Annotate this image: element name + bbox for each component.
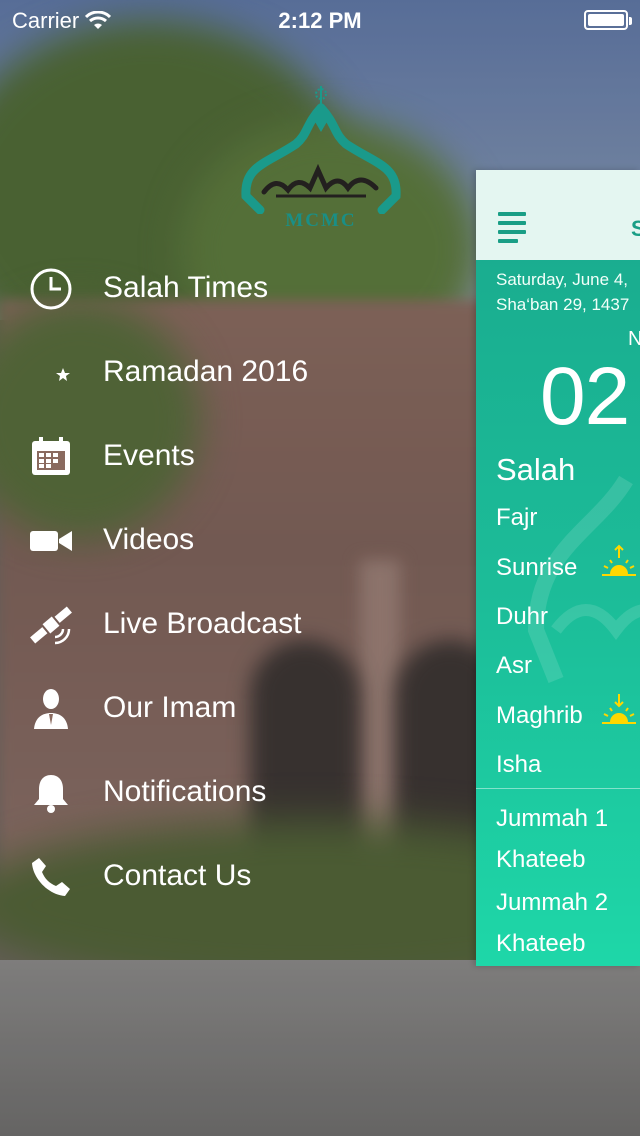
menu-item-label: Notifications [103, 775, 267, 808]
bell-icon [28, 770, 74, 816]
section-divider [476, 788, 640, 789]
sunrise-icon [602, 544, 636, 576]
sunset-icon [602, 694, 636, 724]
clock-icon [28, 266, 74, 312]
jummah-2-label: Jummah 2 [496, 889, 609, 916]
calendar-icon [28, 434, 74, 480]
jummah-1-label: Jummah 1 [496, 805, 609, 832]
countdown-timer: 02 [540, 351, 630, 442]
satellite-icon [28, 602, 74, 648]
prayer-isha: Isha [496, 751, 542, 778]
status-bar: Carrier 2:12 PM [0, 0, 640, 40]
menu-item-contact-us[interactable]: Contact Us [0, 834, 470, 918]
menu-item-salah-times[interactable]: Salah Times [0, 246, 470, 330]
battery-icon [584, 10, 632, 30]
menu-item-label: Our Imam [103, 691, 237, 724]
hamburger-menu-icon[interactable] [498, 212, 526, 248]
menu-item-events[interactable]: Events [0, 414, 470, 498]
menu-item-live-broadcast[interactable]: Live Broadcast [0, 582, 470, 666]
menu-item-our-imam[interactable]: Our Imam [0, 666, 470, 750]
menu-item-label: Videos [103, 523, 195, 556]
salah-header: Salah [496, 452, 576, 487]
side-menu: Salah Times Ramadan 2016 Events Videos L… [0, 246, 470, 918]
prayer-fajr: Fajr [496, 504, 538, 531]
prayer-sunrise: Sunrise [496, 554, 578, 581]
panel-nav-bar: S [476, 170, 640, 260]
prayer-maghrib: Maghrib [496, 702, 583, 729]
menu-item-label: Contact Us [103, 859, 252, 892]
khateeb-2-label: Khateeb [496, 930, 586, 957]
prayer-asr: Asr [496, 652, 532, 679]
salah-times-panel[interactable]: S Saturday, June 4, Sha‘ban 29, 1437 N 0… [476, 170, 640, 966]
menu-item-label: Salah Times [103, 271, 269, 304]
menu-item-label: Events [103, 439, 195, 472]
menu-item-label: Live Broadcast [103, 607, 302, 640]
menu-item-videos[interactable]: Videos [0, 498, 470, 582]
menu-item-ramadan[interactable]: Ramadan 2016 [0, 330, 470, 414]
prayer-duhr: Duhr [496, 603, 549, 630]
status-time: 2:12 PM [278, 8, 362, 33]
crescent-star-icon [28, 350, 74, 396]
person-icon [28, 686, 74, 732]
panel-title: S [631, 216, 640, 241]
hijri-date: Sha‘ban 29, 1437 [496, 295, 630, 314]
gregorian-date: Saturday, June 4, [496, 270, 628, 289]
logo-text: MCMC [285, 210, 357, 231]
mosque-logo: MCMC [236, 84, 406, 234]
menu-item-label: Ramadan 2016 [103, 355, 309, 388]
khateeb-1-label: Khateeb [496, 846, 586, 873]
menu-item-notifications[interactable]: Notifications [0, 750, 470, 834]
next-prayer-label: N [628, 328, 640, 350]
video-camera-icon [28, 518, 74, 564]
phone-icon [28, 854, 74, 900]
